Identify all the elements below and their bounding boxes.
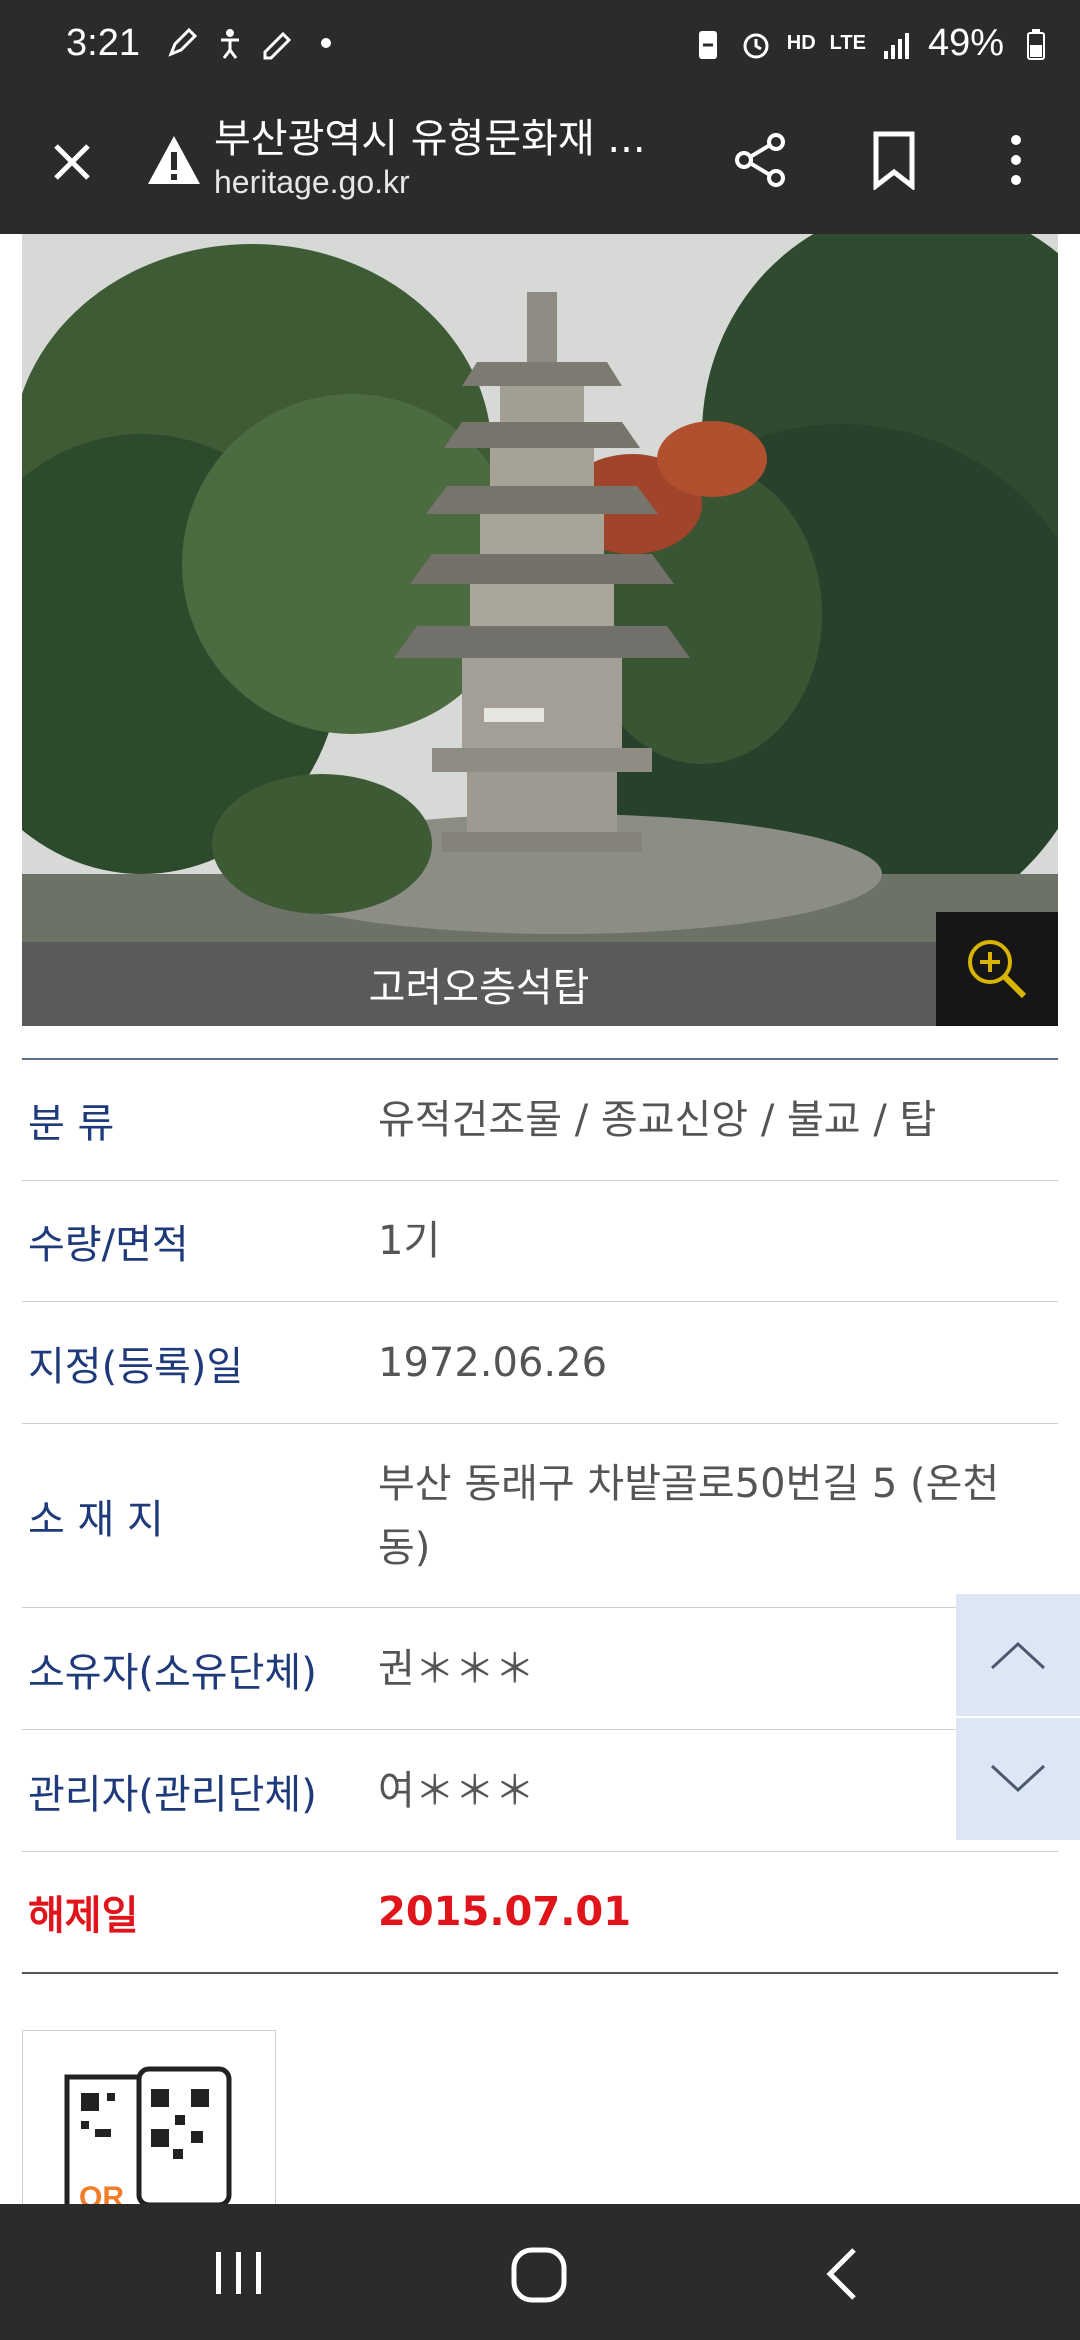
- heritage-photo[interactable]: [22, 234, 1058, 1026]
- bookmark-icon: [873, 131, 915, 190]
- battery-percent: 49%: [927, 22, 1004, 64]
- share-button[interactable]: [724, 124, 796, 196]
- status-time: 3:21: [66, 22, 140, 64]
- alarm-icon: [743, 33, 769, 58]
- chevron-down-icon: [990, 1764, 1046, 1793]
- hd-voice-icon: HD: [786, 32, 816, 54]
- zoom-in-icon: [968, 940, 1027, 999]
- info-row-quantity: 수량/면적 1기: [22, 1181, 1058, 1302]
- info-label: 관리자(관리단체): [28, 1771, 317, 1818]
- info-row-location: 소 재 지 부산 동래구 차밭골로50번길 5 (온천동): [22, 1424, 1058, 1608]
- share-icon: [735, 133, 785, 187]
- heritage-info-table: 분 류 유적건조물 / 종교신앙 / 불교 / 탑 수량/면적 1기 지정(등록…: [22, 1058, 1058, 1974]
- info-value: 유적건조물 / 종교신앙 / 불교 / 탑: [378, 1097, 937, 1143]
- info-label: 소 재 지: [28, 1496, 164, 1543]
- scroll-up-button[interactable]: [956, 1594, 1080, 1716]
- info-row-category: 분 류 유적건조물 / 종교신앙 / 불교 / 탑: [22, 1060, 1058, 1181]
- status-right: HD LTE 49%: [691, 22, 1052, 65]
- info-row-manager: 관리자(관리단체) 여＊＊＊: [22, 1730, 1058, 1852]
- notification-icons: [165, 26, 343, 60]
- back-button[interactable]: [814, 2244, 874, 2304]
- info-value: 2015.07.01: [378, 1889, 632, 1935]
- warning-icon[interactable]: [144, 130, 204, 190]
- lte-icon: LTE: [829, 32, 866, 54]
- info-label: 분 류: [28, 1101, 115, 1147]
- info-label: 지정(등록)일: [28, 1343, 244, 1390]
- info-row-cancellation-date: 해제일 2015.07.01: [22, 1852, 1058, 1972]
- browser-toolbar: 부산광역시 유형문화재 ... heritage.go.kr: [0, 92, 1080, 234]
- photo-caption: 고려오층석탑: [368, 965, 590, 1011]
- more-icon: [1011, 135, 1021, 185]
- close-button[interactable]: [38, 128, 106, 196]
- info-value: 1972.06.26: [378, 1339, 608, 1386]
- edit-icon: [168, 27, 198, 57]
- zoom-button[interactable]: [936, 912, 1058, 1026]
- bookmark-button[interactable]: [858, 124, 930, 196]
- status-bar: 3:21 HD LTE 49%: [0, 0, 1080, 92]
- system-nav-bar: [0, 2204, 1080, 2340]
- close-icon: [54, 144, 90, 180]
- recent-apps-button[interactable]: [206, 2248, 272, 2298]
- info-label: 해제일: [28, 1893, 139, 1939]
- page-url[interactable]: heritage.go.kr: [214, 164, 410, 201]
- chevron-up-icon: [990, 1641, 1046, 1670]
- battery-icon: [1027, 28, 1045, 60]
- scroll-down-button[interactable]: [956, 1718, 1080, 1840]
- info-label: 소유자(소유단체): [28, 1649, 317, 1696]
- info-label: 수량/면적: [28, 1222, 189, 1268]
- more-button[interactable]: [980, 124, 1052, 196]
- home-button[interactable]: [506, 2242, 572, 2308]
- page-title[interactable]: 부산광역시 유형문화재 ...: [214, 106, 674, 164]
- info-value: 1기: [378, 1218, 441, 1264]
- info-value: 부산 동래구 차밭골로50번길 5 (온천동): [378, 1460, 1000, 1571]
- pencil-icon: [263, 31, 292, 60]
- info-row-owner: 소유자(소유단체) 권＊＊＊: [22, 1608, 1058, 1730]
- accessibility-icon: [221, 29, 239, 59]
- signal-icon: [883, 32, 909, 59]
- battery-saver-icon: [698, 30, 717, 59]
- pagoda-image: [22, 234, 1058, 1026]
- dot-icon: [321, 38, 331, 48]
- info-row-designation-date: 지정(등록)일 1972.06.26: [22, 1302, 1058, 1424]
